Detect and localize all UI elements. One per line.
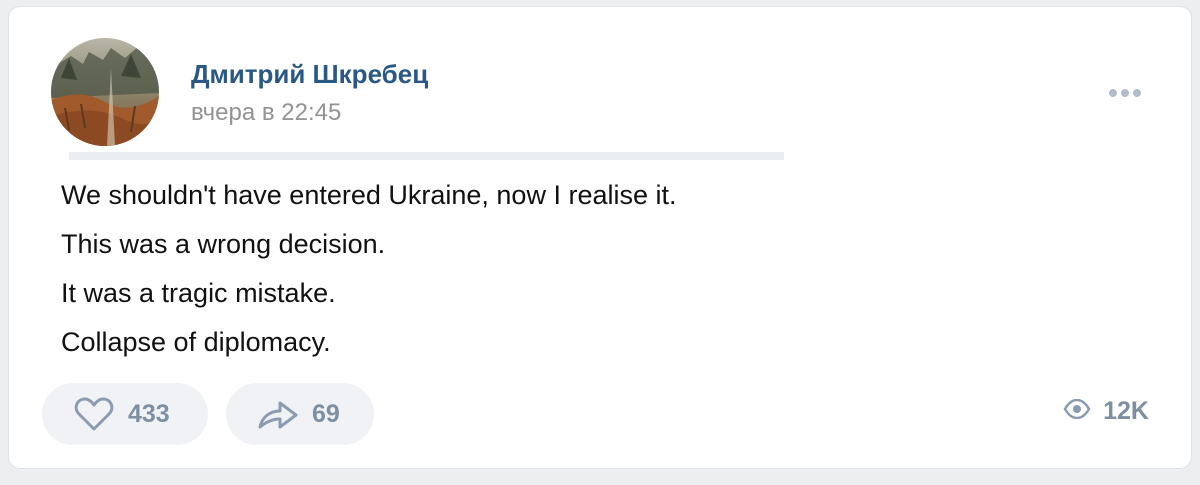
more-dot — [1109, 89, 1117, 97]
share-count: 69 — [312, 399, 340, 428]
views-counter: 12K — [1063, 397, 1149, 426]
post-text-line: This was a wrong decision. — [61, 229, 386, 259]
share-arrow-icon — [256, 397, 300, 431]
more-horizontal-icon[interactable] — [1109, 89, 1141, 97]
author-name[interactable]: Дмитрий Шкребец — [191, 59, 428, 90]
eye-icon — [1063, 398, 1091, 424]
post-timestamp[interactable]: вчера в 22:45 — [191, 99, 341, 127]
header-divider — [69, 152, 784, 160]
post-text-line: It was a tragic mistake. — [61, 278, 336, 308]
post-body: We shouldn't have entered Ukraine, now I… — [61, 177, 677, 373]
views-count: 12K — [1103, 397, 1149, 425]
post-text-line: We shouldn't have entered Ukraine, now I… — [61, 180, 677, 210]
like-button[interactable]: 433 — [42, 383, 208, 445]
avatar-image — [51, 38, 159, 146]
more-dot — [1133, 89, 1141, 97]
like-count: 433 — [128, 399, 170, 428]
post-card: Дмитрий Шкребец вчера в 22:45 We shouldn… — [8, 6, 1192, 469]
post-text-line: Collapse of diplomacy. — [61, 327, 331, 357]
share-button[interactable]: 69 — [226, 383, 374, 445]
avatar[interactable] — [51, 38, 159, 146]
heart-icon — [74, 396, 114, 432]
more-dot — [1121, 89, 1129, 97]
